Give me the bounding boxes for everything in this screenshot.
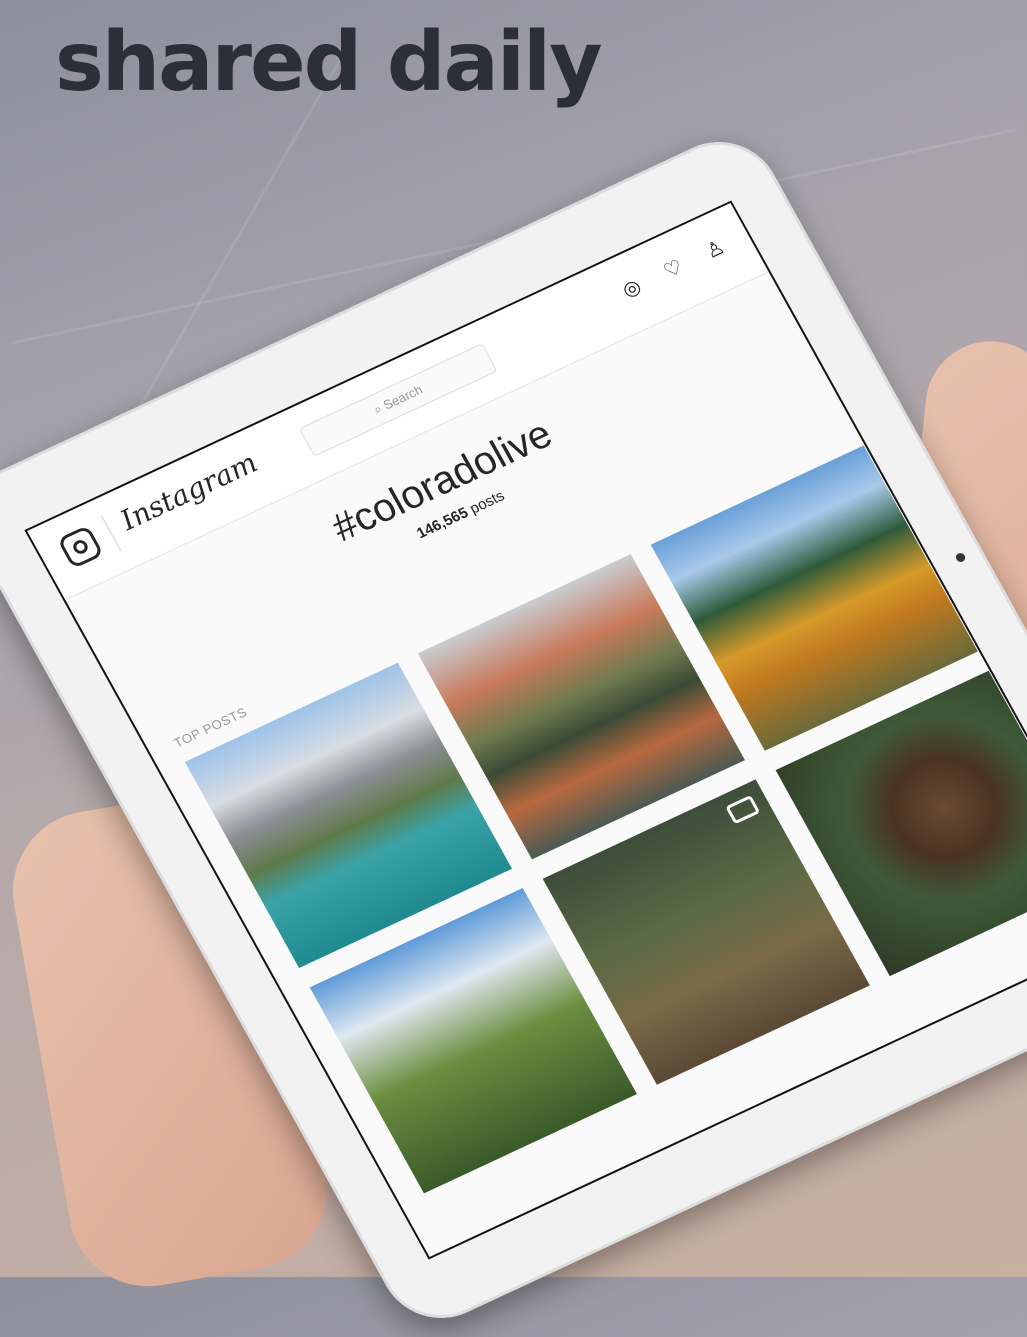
profile-icon[interactable]: ♙ (699, 234, 732, 265)
heart-icon[interactable]: ♡ (657, 254, 690, 285)
search-placeholder: Search (380, 381, 426, 413)
instagram-logo-icon[interactable] (56, 524, 105, 570)
headline: shared daily (55, 15, 603, 110)
header-divider (101, 515, 122, 552)
video-camera-icon (725, 794, 761, 825)
explore-compass-icon[interactable]: ◎ (615, 273, 648, 304)
